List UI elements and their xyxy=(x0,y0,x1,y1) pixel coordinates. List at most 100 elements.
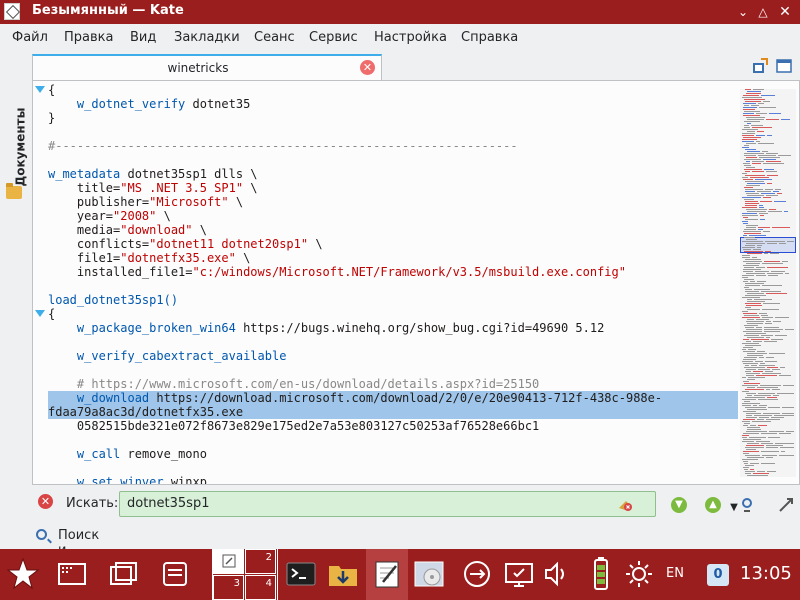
terminal-icon[interactable] xyxy=(284,557,318,591)
code-line[interactable]: { xyxy=(48,307,55,321)
code-line[interactable]: media="download" \ xyxy=(48,223,207,237)
code-text[interactable]: { w_dotnet_verify dotnet35} #------------… xyxy=(48,83,758,484)
menu-settings[interactable]: Настройка xyxy=(374,30,447,45)
minimap-line xyxy=(772,389,780,390)
minimap-line xyxy=(772,227,790,228)
kate-taskbar-item[interactable] xyxy=(366,549,408,600)
close-window-icon[interactable]: ✕ xyxy=(776,3,794,21)
menu-file[interactable]: Файл xyxy=(12,30,48,45)
code-line[interactable]: conflicts="dotnet11 dotnet20sp1" \ xyxy=(48,237,323,251)
close-search-icon[interactable]: ✕ xyxy=(38,494,53,509)
code-token: \ xyxy=(192,223,207,237)
minimap-line xyxy=(761,193,775,194)
code-line[interactable]: w_verify_cabextract_available xyxy=(48,349,287,363)
remote-desktop-icon[interactable] xyxy=(502,557,536,591)
code-line[interactable]: w_package_broken_win64 https://bugs.wine… xyxy=(48,321,604,335)
app-menu-star-icon[interactable] xyxy=(6,557,40,591)
minimap-line xyxy=(744,121,760,122)
desktop-2[interactable]: 2 xyxy=(245,549,276,574)
code-line[interactable]: year="2008" \ xyxy=(48,209,171,223)
search-label: Искать: xyxy=(66,496,119,511)
kate-app-icon[interactable] xyxy=(4,3,20,20)
expand-search-icon[interactable] xyxy=(777,496,795,514)
title-bar[interactable]: Безымянный — Kate ⌄ △ ✕ xyxy=(0,0,800,24)
minimap-line xyxy=(764,341,777,342)
code-token: 0582515bde321e072f8673e829e175ed2e7a53e8… xyxy=(48,419,540,433)
minimap-line xyxy=(746,209,767,210)
desktop-1[interactable] xyxy=(213,549,244,574)
documents-sidebar-tab[interactable]: Документы xyxy=(3,108,27,190)
code-line[interactable]: } xyxy=(48,111,55,125)
code-token: \ xyxy=(243,181,258,195)
code-token: # https://www.microsoft.com/en-us/downlo… xyxy=(48,377,540,391)
code-token: \ xyxy=(235,251,251,265)
code-line[interactable]: # https://www.microsoft.com/en-us/downlo… xyxy=(48,377,539,391)
minimap-line xyxy=(744,383,760,384)
minimap-line xyxy=(746,415,752,416)
usb-device-icon[interactable] xyxy=(460,557,494,591)
menu-session[interactable]: Сеанс xyxy=(254,30,295,45)
minimap-line xyxy=(743,179,753,180)
menu-bookmarks[interactable]: Закладки xyxy=(174,30,240,45)
code-editor[interactable]: { w_dotnet_verify dotnet35} #------------… xyxy=(32,80,800,485)
minimap-line xyxy=(742,405,751,406)
quick-open-icon[interactable] xyxy=(752,58,768,74)
code-line[interactable]: file1="dotnetfx35.exe" \ xyxy=(48,251,250,265)
code-line[interactable]: w_download https://download.microsoft.co… xyxy=(48,391,738,405)
minimap-line xyxy=(746,413,761,414)
notifications-badge[interactable]: 0 xyxy=(707,564,729,586)
keyboard-layout[interactable]: EN xyxy=(666,566,684,581)
menu-view[interactable]: Вид xyxy=(130,30,156,45)
folder-icon[interactable] xyxy=(6,183,22,199)
code-line[interactable]: publisher="Microsoft" \ xyxy=(48,195,243,209)
disc-burner-icon[interactable] xyxy=(412,557,446,591)
tab-winetricks[interactable]: winetricks ✕ xyxy=(32,54,382,80)
menu-help[interactable]: Справка xyxy=(461,30,518,45)
clear-search-icon[interactable] xyxy=(617,496,633,512)
code-line[interactable]: w_metadata dotnet35sp1 dlls \ xyxy=(48,167,258,181)
minimap-line xyxy=(742,317,760,318)
maximize-icon[interactable]: △ xyxy=(754,3,772,21)
fold-gutter xyxy=(33,81,47,484)
next-match-icon[interactable]: ▼ xyxy=(671,497,687,513)
code-line[interactable]: w_call remove_mono xyxy=(48,447,207,461)
code-line[interactable]: w_dotnet_verify dotnet35 xyxy=(48,97,250,111)
split-view-icon[interactable] xyxy=(776,58,792,74)
minimap[interactable] xyxy=(740,89,796,477)
menu-tools[interactable]: Сервис xyxy=(309,30,358,45)
previous-match-icon[interactable]: ▲ xyxy=(705,497,721,513)
fold-arrow-icon[interactable] xyxy=(35,86,45,93)
minimize-icon[interactable]: ⌄ xyxy=(734,3,752,21)
code-line[interactable]: title="MS .NET 3.5 SP1" \ xyxy=(48,181,258,195)
minimap-line xyxy=(763,197,771,198)
minimap-line xyxy=(756,135,765,136)
minimap-line xyxy=(745,203,759,204)
code-line[interactable]: w_set_winver winxp xyxy=(48,475,207,484)
downloads-folder-icon[interactable] xyxy=(326,557,360,591)
desktop-4[interactable]: 4 xyxy=(245,575,276,600)
code-line[interactable]: load_dotnet35sp1() xyxy=(48,293,178,307)
code-line[interactable]: installed_file1="c:/windows/Microsoft.NE… xyxy=(48,265,626,279)
menu-edit[interactable]: Правка xyxy=(64,30,113,45)
code-line[interactable]: #---------------------------------------… xyxy=(48,139,518,153)
search-input[interactable] xyxy=(125,495,609,512)
code-line[interactable]: 0582515bde321e072f8673e829e175ed2e7a53e8… xyxy=(48,419,539,433)
search-field[interactable]: ▼ xyxy=(119,491,738,517)
search-options-icon[interactable] xyxy=(738,496,756,514)
app-launcher-icon[interactable] xyxy=(55,557,89,591)
code-line[interactable]: fdaa79a8ac3d/dotnetfx35.exe xyxy=(48,405,738,419)
code-line[interactable]: { xyxy=(48,83,55,97)
brightness-icon[interactable] xyxy=(622,557,656,591)
files-archive-icon[interactable] xyxy=(158,557,192,591)
battery-icon[interactable] xyxy=(584,557,618,591)
minimap-line xyxy=(766,457,773,458)
clock[interactable]: 13:05 xyxy=(740,563,792,584)
virtual-desktop-pager[interactable]: 2 3 4 xyxy=(212,549,278,600)
close-tab-icon[interactable]: ✕ xyxy=(360,60,375,75)
desktop-3[interactable]: 3 xyxy=(213,575,244,600)
windows-overview-icon[interactable] xyxy=(107,557,141,591)
fold-arrow-icon[interactable] xyxy=(35,310,45,317)
minimap-line xyxy=(756,275,766,276)
volume-icon[interactable] xyxy=(540,557,574,591)
